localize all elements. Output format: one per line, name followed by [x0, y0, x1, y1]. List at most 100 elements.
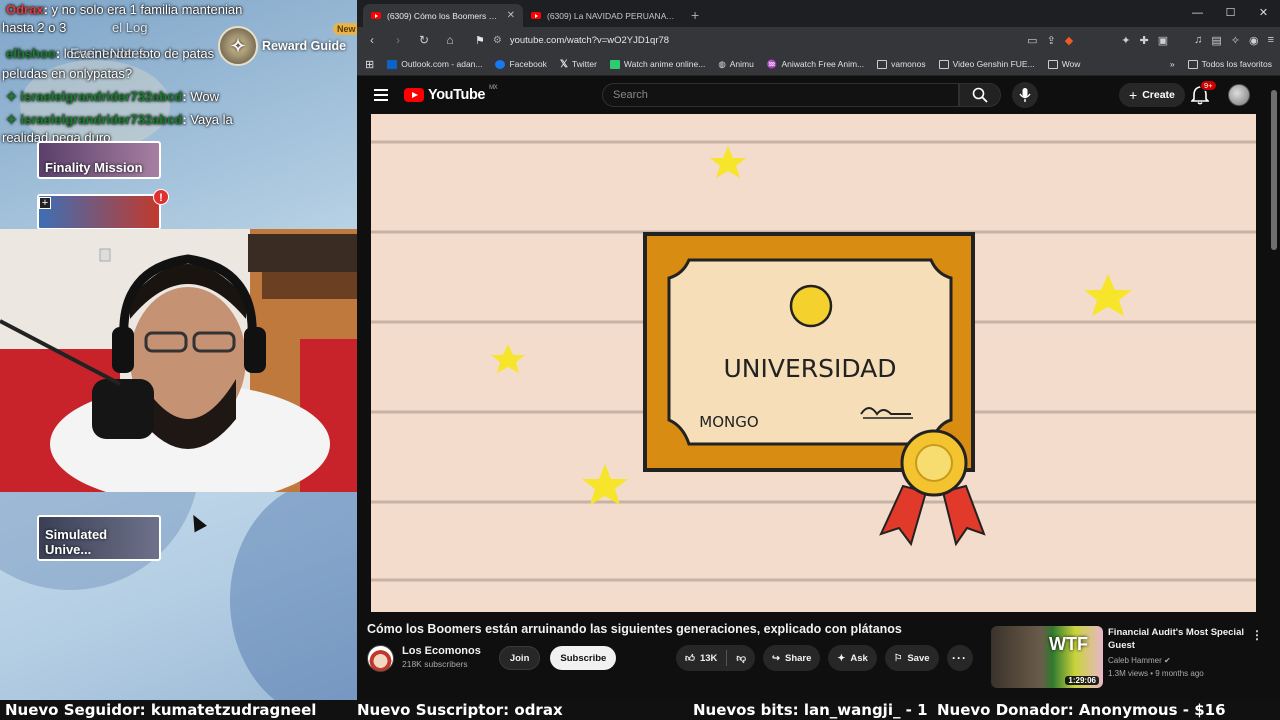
- home-icon[interactable]: ⌂: [441, 33, 459, 47]
- dislike-button[interactable]: 👎︎: [727, 645, 755, 671]
- more-actions-icon[interactable]: ···: [946, 645, 973, 671]
- youtube-logo[interactable]: YouTube MX: [404, 85, 498, 103]
- minimize-icon[interactable]: —: [1181, 0, 1214, 27]
- screen-cast-icon[interactable]: ▭: [1027, 34, 1037, 47]
- screen: Odrax: y no solo era 1 familia mantenian…: [0, 0, 1280, 720]
- folder-icon: [877, 59, 888, 69]
- share-icon[interactable]: ⇪: [1047, 34, 1056, 47]
- recommended-channel: Caleb Hammer ✔: [1108, 656, 1171, 665]
- join-button[interactable]: Join: [498, 646, 541, 670]
- recommended-video[interactable]: WTF 1:29:06 Financial Audit's Most Speci…: [991, 626, 1271, 688]
- new-badge: New: [333, 23, 357, 35]
- folder-icon: [1187, 59, 1198, 69]
- leo-ai-icon[interactable]: ✧: [1231, 34, 1240, 47]
- webcam-feed: [0, 229, 357, 492]
- create-button[interactable]: + Create: [1119, 83, 1185, 107]
- compass-icon: ✧: [218, 26, 258, 66]
- browser-window: (6309) Cómo los Boomers están ✕ (6309) L…: [357, 0, 1280, 700]
- back-icon[interactable]: ‹: [363, 33, 381, 47]
- bookmark-aniwatch[interactable]: ♒ Aniwatch Free Anim...: [767, 59, 864, 70]
- account-avatar[interactable]: [1228, 84, 1250, 106]
- tab-navidad[interactable]: (6309) La NAVIDAD PERUANA es OTR: [523, 4, 683, 27]
- chat-line: ✦ israelelgrandrider732abcd: Wow: [6, 89, 219, 104]
- reload-icon[interactable]: ↻: [415, 33, 433, 47]
- tab-boomers[interactable]: (6309) Cómo los Boomers están ✕: [363, 4, 523, 27]
- sidebar-icon[interactable]: ▣: [1158, 34, 1168, 47]
- channel-avatar[interactable]: [367, 644, 394, 672]
- chat-line: ✦ israelelgrandrider732abcd: Vaya la: [6, 112, 233, 127]
- search-icon: [972, 87, 988, 103]
- ticker-bits: Nuevos bits: lan_wangji_ - 1: [693, 701, 928, 719]
- search-button[interactable]: [959, 83, 1001, 107]
- plus-icon: +: [39, 197, 51, 209]
- new-tab-button[interactable]: +: [683, 7, 707, 27]
- close-window-icon[interactable]: ✕: [1247, 0, 1280, 27]
- video-frame: UNIVERSIDAD MONGO: [371, 114, 1256, 612]
- bookmark-folder-genshin[interactable]: Video Genshin FUE...: [938, 59, 1035, 69]
- bookmark-folder-wow[interactable]: Wow: [1047, 59, 1080, 69]
- thumbnail-text: WTF: [1049, 634, 1088, 654]
- share-button[interactable]: ↪ Share: [763, 645, 821, 671]
- bookmark-twitter[interactable]: 𝕏 Twitter: [560, 59, 597, 70]
- chat-line: Odrax: y no solo era 1 familia mantenian: [6, 2, 243, 17]
- ask-button[interactable]: ✦ Ask: [828, 645, 877, 671]
- address-bar[interactable]: ⚑ ⚙ youtube.com/watch?v=wO2YJD1qr78: [467, 29, 1019, 51]
- vpn-icon[interactable]: ◉: [1249, 34, 1259, 47]
- folder-icon: [1047, 59, 1058, 69]
- brave-shield-icon[interactable]: ◆: [1065, 34, 1073, 47]
- window-controls: — ☐ ✕: [1181, 0, 1280, 27]
- chevron-right-icon[interactable]: »: [1170, 59, 1175, 69]
- notification-count-badge: 9+: [1200, 80, 1217, 91]
- recommended-title[interactable]: Financial Audit's Most Special Guest: [1108, 626, 1258, 652]
- apps-grid-icon[interactable]: ⊞: [365, 58, 374, 71]
- like-dislike-group: 👍︎ 13K 👎︎: [676, 645, 756, 671]
- background-swirl: [230, 480, 357, 700]
- bookmark-outlook[interactable]: Outlook.com - adan...: [387, 59, 482, 69]
- subscriber-count: 218K subscribers: [402, 659, 468, 669]
- more-vert-icon[interactable]: ⋮: [1251, 628, 1263, 642]
- verified-icon: ✔: [1164, 656, 1171, 665]
- stream-overlay: Odrax: y no solo era 1 familia mantenian…: [0, 0, 357, 700]
- alert-badge: !: [153, 189, 169, 205]
- all-bookmarks-folder[interactable]: Todos los favoritos: [1187, 59, 1272, 69]
- folder-icon: [938, 59, 949, 69]
- tab-bar: (6309) Cómo los Boomers están ✕ (6309) L…: [357, 0, 1280, 27]
- ticker-subscriber: Nuevo Suscriptor: odrax: [357, 701, 563, 719]
- channel-name[interactable]: Los Ecomonos: [402, 645, 481, 658]
- sparkle-icon: ✦: [837, 652, 846, 664]
- like-button[interactable]: 👍︎ 13K: [676, 645, 726, 671]
- recommended-thumbnail[interactable]: WTF 1:29:06: [991, 626, 1103, 688]
- maximize-icon[interactable]: ☐: [1214, 0, 1247, 27]
- bookmark-icon: ⚐: [893, 652, 903, 664]
- puzzle-icon[interactable]: ✚: [1139, 34, 1148, 47]
- hamburger-menu-icon[interactable]: [374, 89, 388, 101]
- bookmark-page-icon[interactable]: ⚑: [475, 34, 485, 47]
- x-icon: 𝕏: [559, 58, 568, 70]
- voice-search-button[interactable]: [1012, 82, 1038, 108]
- music-icon[interactable]: ♫: [1194, 34, 1202, 47]
- forward-icon[interactable]: ›: [389, 33, 407, 47]
- wallet-icon[interactable]: ▤: [1211, 34, 1221, 47]
- page-scrollbar[interactable]: [1271, 90, 1277, 250]
- bookmark-facebook[interactable]: Facebook: [495, 59, 547, 69]
- video-player[interactable]: UNIVERSIDAD MONGO: [371, 114, 1256, 612]
- recommended-info: Financial Audit's Most Special Guest Cal…: [1108, 626, 1258, 688]
- microphone-icon: [1019, 88, 1031, 102]
- bookmark-folder-vamonos[interactable]: vamonos: [877, 59, 926, 69]
- menu-icon[interactable]: ≡: [1268, 34, 1274, 47]
- ticker-follower: Nuevo Seguidor: kumatetzudragneel: [5, 701, 317, 719]
- subscribe-button[interactable]: Subscribe: [550, 646, 617, 670]
- close-tab-icon[interactable]: ✕: [507, 10, 515, 21]
- extension-icon[interactable]: ✦: [1121, 34, 1130, 47]
- bookmark-animu[interactable]: ◍ Animu: [718, 59, 754, 70]
- extension-icons: ▭ ⇪ ◆ ✦ ✚ ▣ ♫ ▤ ✧ ◉ ≡: [1027, 34, 1274, 47]
- url-text: youtube.com/watch?v=wO2YJD1qr78: [509, 34, 670, 46]
- site-info-icon[interactable]: ⚙: [493, 35, 502, 46]
- bookmark-watch-anime[interactable]: Watch anime online...: [609, 59, 705, 69]
- search-input[interactable]: Search: [602, 83, 959, 107]
- save-button[interactable]: ⚐ Save: [884, 645, 939, 671]
- certificate-title: UNIVERSIDAD: [723, 354, 896, 383]
- certificate-name: MONGO: [699, 413, 758, 431]
- thumbs-down-icon: 👎︎: [736, 653, 747, 664]
- video-duration: 1:29:06: [1065, 676, 1099, 685]
